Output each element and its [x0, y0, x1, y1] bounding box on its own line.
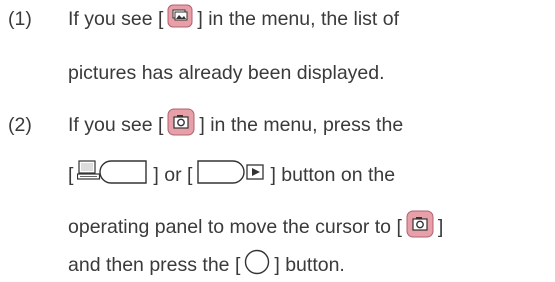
camera-icon — [167, 108, 195, 143]
item1-number: (1) — [8, 8, 32, 30]
instruction-document: (1) If you see [ ] in the menu, the list… — [0, 0, 555, 280]
item1-line1-pre: If you see [ — [68, 8, 164, 30]
pc-left-button-icon — [77, 159, 149, 192]
round-button-icon — [244, 249, 270, 282]
item1-line1-post: ] in the menu, the list of — [197, 8, 399, 30]
camera-icon — [406, 210, 434, 245]
right-play-button-icon — [196, 159, 266, 192]
item2-line2-mid: ] or [ — [153, 164, 193, 186]
picture-list-icon — [167, 4, 193, 35]
item2-line4-post: ] button. — [274, 254, 345, 276]
item2-line3-post: ] — [437, 216, 444, 238]
item2-line2-post: ] button on the — [270, 164, 396, 186]
item2-line2: [ ] or [ ] button on the — [68, 159, 396, 188]
item2-line3: operating panel to move the cursor to [ … — [68, 210, 444, 240]
item2-line4: and then press the [ ] button. — [68, 249, 345, 278]
item2-line1-post: ] in the menu, press the — [199, 114, 404, 136]
item2-line2-open: [ — [68, 164, 74, 186]
item2-line1-pre: If you see [ — [68, 114, 164, 136]
item1-line2: pictures has already been displayed. — [68, 62, 385, 84]
item2-number: (2) — [8, 114, 32, 136]
item2-line4-pre: and then press the [ — [68, 254, 241, 276]
item2-line3-pre: operating panel to move the cursor to [ — [68, 216, 402, 238]
